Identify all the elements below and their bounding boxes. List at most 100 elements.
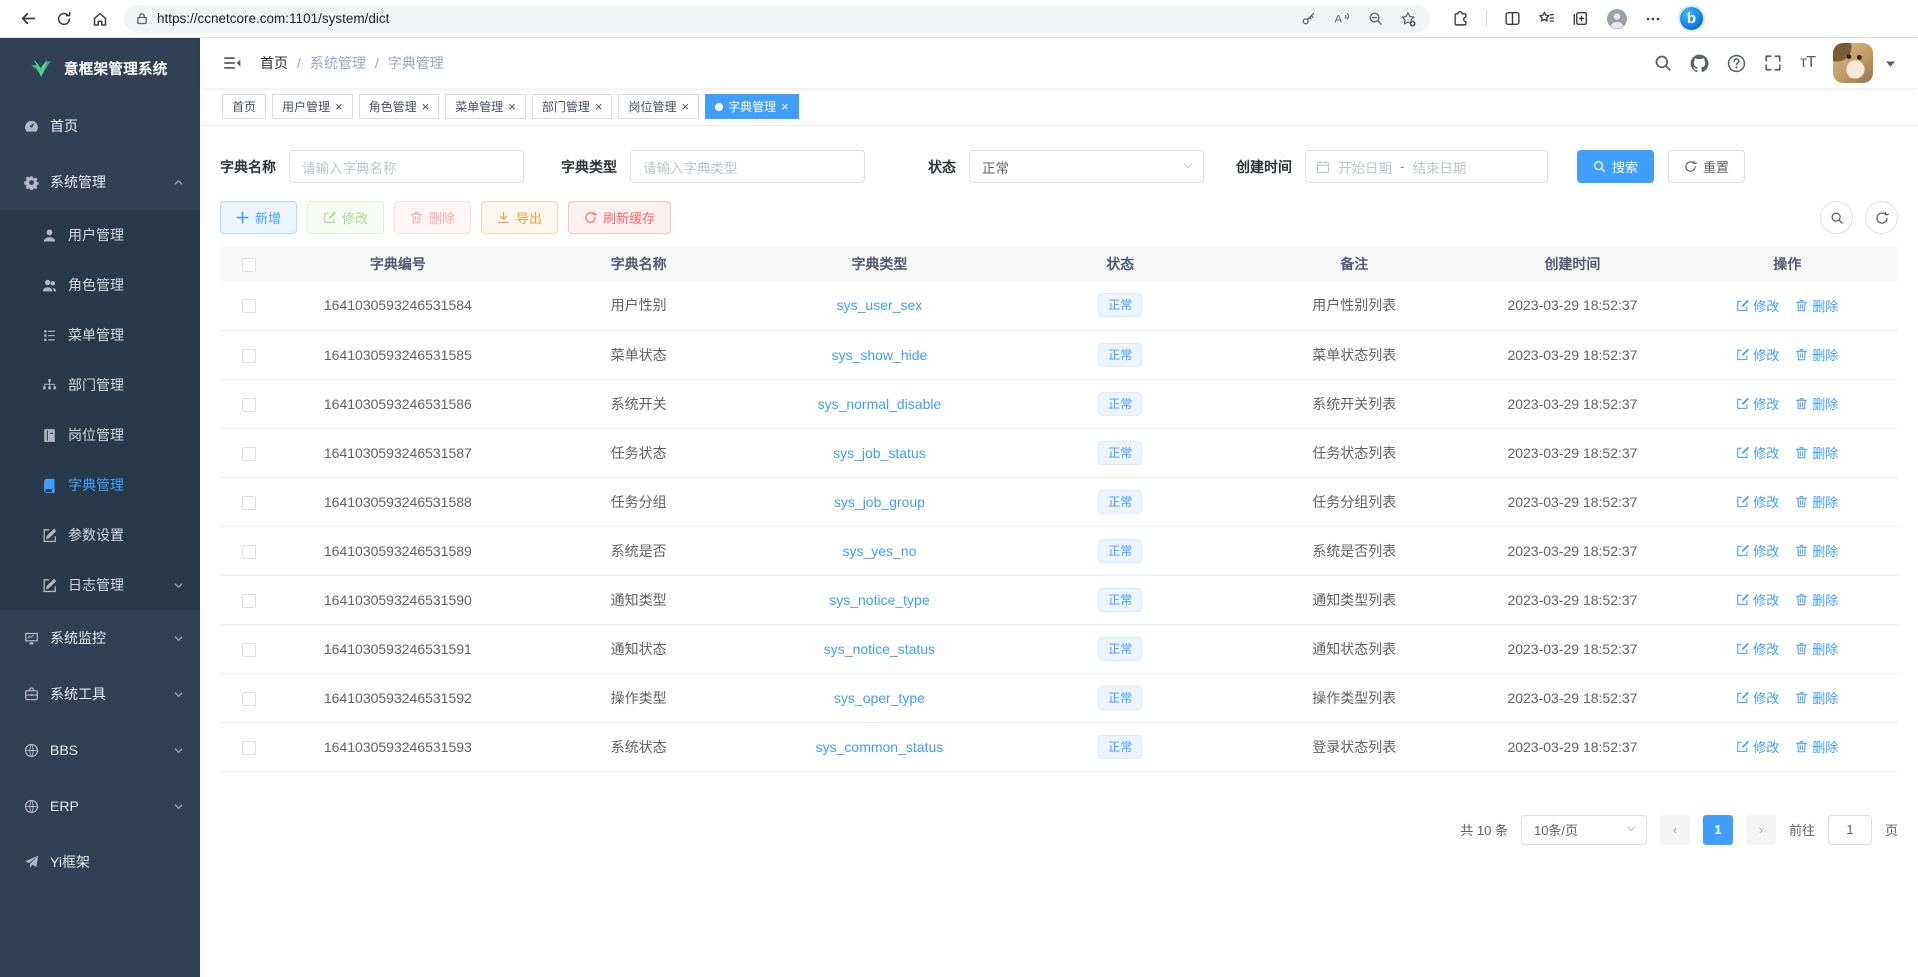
sidebar-collapse-button[interactable] bbox=[222, 53, 242, 73]
close-icon[interactable]: × bbox=[595, 100, 603, 113]
row-checkbox[interactable] bbox=[242, 398, 256, 412]
breadcrumb-item-dict[interactable]: 字典管理 bbox=[388, 53, 444, 73]
row-checkbox[interactable] bbox=[242, 643, 256, 657]
select-all-checkbox[interactable] bbox=[242, 258, 256, 272]
favorites-icon[interactable] bbox=[1538, 10, 1555, 27]
edit-link[interactable]: 修改 bbox=[1736, 737, 1779, 756]
edit-button[interactable]: 修改 bbox=[307, 201, 384, 234]
sidebar-item-dept-management[interactable]: 部门管理 bbox=[0, 360, 200, 410]
edit-link[interactable]: 修改 bbox=[1736, 394, 1779, 413]
dict-type-link[interactable]: sys_notice_type bbox=[829, 592, 929, 608]
row-checkbox[interactable] bbox=[242, 349, 256, 363]
prev-page-button[interactable]: ‹ bbox=[1660, 815, 1690, 845]
goto-page-input[interactable] bbox=[1828, 815, 1872, 845]
row-checkbox[interactable] bbox=[242, 447, 256, 461]
close-icon[interactable]: × bbox=[508, 100, 516, 113]
sidebar-item-role-management[interactable]: 角色管理 bbox=[0, 260, 200, 310]
split-screen-icon[interactable] bbox=[1504, 10, 1521, 27]
created-range-input[interactable]: 开始日期 - 结束日期 bbox=[1305, 150, 1548, 183]
dict-type-link[interactable]: sys_notice_status bbox=[824, 641, 935, 657]
delete-link[interactable]: 删除 bbox=[1795, 492, 1838, 511]
sidebar-item-erp[interactable]: ERP bbox=[0, 778, 200, 834]
row-checkbox[interactable] bbox=[242, 299, 256, 313]
toggle-search-button[interactable] bbox=[1820, 201, 1853, 234]
tab-post-management[interactable]: 岗位管理× bbox=[618, 94, 699, 119]
sidebar-item-dict-management[interactable]: 字典管理 bbox=[0, 460, 200, 510]
export-button[interactable]: 导出 bbox=[481, 201, 558, 234]
delete-link[interactable]: 删除 bbox=[1795, 639, 1838, 658]
edit-link[interactable]: 修改 bbox=[1736, 639, 1779, 658]
tab-dept-management[interactable]: 部门管理× bbox=[532, 94, 613, 119]
url-text[interactable]: https://ccnetcore.com:1101/system/dict bbox=[157, 11, 1292, 26]
status-select[interactable]: 正常 bbox=[969, 150, 1204, 183]
avatar-caret-down-icon[interactable] bbox=[1885, 58, 1896, 69]
sidebar-item-menu-management[interactable]: 菜单管理 bbox=[0, 310, 200, 360]
user-avatar[interactable] bbox=[1833, 43, 1873, 83]
tab-user-management[interactable]: 用户管理× bbox=[272, 94, 353, 119]
delete-link[interactable]: 删除 bbox=[1795, 590, 1838, 609]
dict-type-link[interactable]: sys_common_status bbox=[816, 739, 944, 755]
row-checkbox[interactable] bbox=[242, 545, 256, 559]
search-button[interactable]: 搜索 bbox=[1577, 150, 1654, 183]
profile-icon[interactable] bbox=[1606, 8, 1628, 30]
refresh-table-button[interactable] bbox=[1865, 201, 1898, 234]
delete-link[interactable]: 删除 bbox=[1795, 688, 1838, 707]
page-1-button[interactable]: 1 bbox=[1703, 815, 1733, 845]
help-button[interactable] bbox=[1727, 54, 1746, 73]
page-size-select[interactable]: 10条/页 bbox=[1521, 815, 1647, 845]
dict-type-link[interactable]: sys_show_hide bbox=[832, 347, 928, 363]
collections-icon[interactable] bbox=[1572, 10, 1589, 27]
breadcrumb-item-home[interactable]: 首页 bbox=[260, 53, 288, 73]
sidebar-item-log-management[interactable]: 日志管理 bbox=[0, 560, 200, 610]
browser-home-button[interactable] bbox=[82, 3, 118, 35]
delete-link[interactable]: 删除 bbox=[1795, 394, 1838, 413]
delete-link[interactable]: 删除 bbox=[1795, 296, 1838, 315]
close-icon[interactable]: × bbox=[422, 100, 430, 113]
zoom-out-icon[interactable] bbox=[1368, 11, 1383, 26]
refresh-cache-button[interactable]: 刷新缓存 bbox=[568, 201, 671, 234]
tab-menu-management[interactable]: 菜单管理× bbox=[445, 94, 526, 119]
font-size-button[interactable]: тT bbox=[1800, 54, 1815, 72]
dict-type-link[interactable]: sys_yes_no bbox=[842, 543, 916, 559]
row-checkbox[interactable] bbox=[242, 496, 256, 510]
tab-role-management[interactable]: 角色管理× bbox=[359, 94, 440, 119]
delete-link[interactable]: 删除 bbox=[1795, 541, 1838, 560]
close-icon[interactable]: × bbox=[681, 100, 689, 113]
tab-dict-management[interactable]: 字典管理× bbox=[705, 94, 799, 119]
browser-refresh-button[interactable] bbox=[46, 3, 82, 35]
breadcrumb-item-system[interactable]: 系统管理 bbox=[310, 53, 366, 73]
delete-link[interactable]: 删除 bbox=[1795, 737, 1838, 756]
sidebar-item-yi-framework[interactable]: Yi框架 bbox=[0, 834, 200, 890]
add-button[interactable]: 新增 bbox=[220, 201, 297, 234]
tab-home[interactable]: 首页 bbox=[222, 94, 266, 119]
add-favorite-icon[interactable] bbox=[1400, 11, 1416, 27]
dict-type-link[interactable]: sys_job_group bbox=[834, 494, 925, 510]
dict-type-link[interactable]: sys_user_sex bbox=[837, 297, 923, 313]
edit-link[interactable]: 修改 bbox=[1736, 590, 1779, 609]
more-menu-icon[interactable] bbox=[1645, 11, 1661, 27]
fullscreen-button[interactable] bbox=[1764, 54, 1782, 72]
sidebar-item-system-management[interactable]: 系统管理 bbox=[0, 154, 200, 210]
sidebar-item-param-settings[interactable]: 参数设置 bbox=[0, 510, 200, 560]
dict-name-input[interactable]: 请输入字典名称 bbox=[289, 150, 524, 183]
browser-back-button[interactable] bbox=[10, 3, 46, 35]
row-checkbox[interactable] bbox=[242, 692, 256, 706]
sidebar-item-post-management[interactable]: 岗位管理 bbox=[0, 410, 200, 460]
extensions-icon[interactable] bbox=[1452, 10, 1469, 27]
edit-link[interactable]: 修改 bbox=[1736, 688, 1779, 707]
edit-link[interactable]: 修改 bbox=[1736, 541, 1779, 560]
password-key-icon[interactable] bbox=[1301, 11, 1316, 26]
row-checkbox[interactable] bbox=[242, 741, 256, 755]
sidebar-item-bbs[interactable]: BBS bbox=[0, 722, 200, 778]
dict-type-link[interactable]: sys_job_status bbox=[833, 445, 926, 461]
read-aloud-icon[interactable]: A bbox=[1333, 11, 1351, 26]
sidebar-item-home[interactable]: 首页 bbox=[0, 98, 200, 154]
row-checkbox[interactable] bbox=[242, 594, 256, 608]
address-bar[interactable]: https://ccnetcore.com:1101/system/dict A bbox=[124, 5, 1430, 33]
close-icon[interactable]: × bbox=[781, 100, 789, 113]
sidebar-item-user-management[interactable]: 用户管理 bbox=[0, 210, 200, 260]
edit-link[interactable]: 修改 bbox=[1736, 443, 1779, 462]
next-page-button[interactable]: › bbox=[1746, 815, 1776, 845]
edit-link[interactable]: 修改 bbox=[1736, 492, 1779, 511]
sidebar-item-system-tools[interactable]: 系统工具 bbox=[0, 666, 200, 722]
